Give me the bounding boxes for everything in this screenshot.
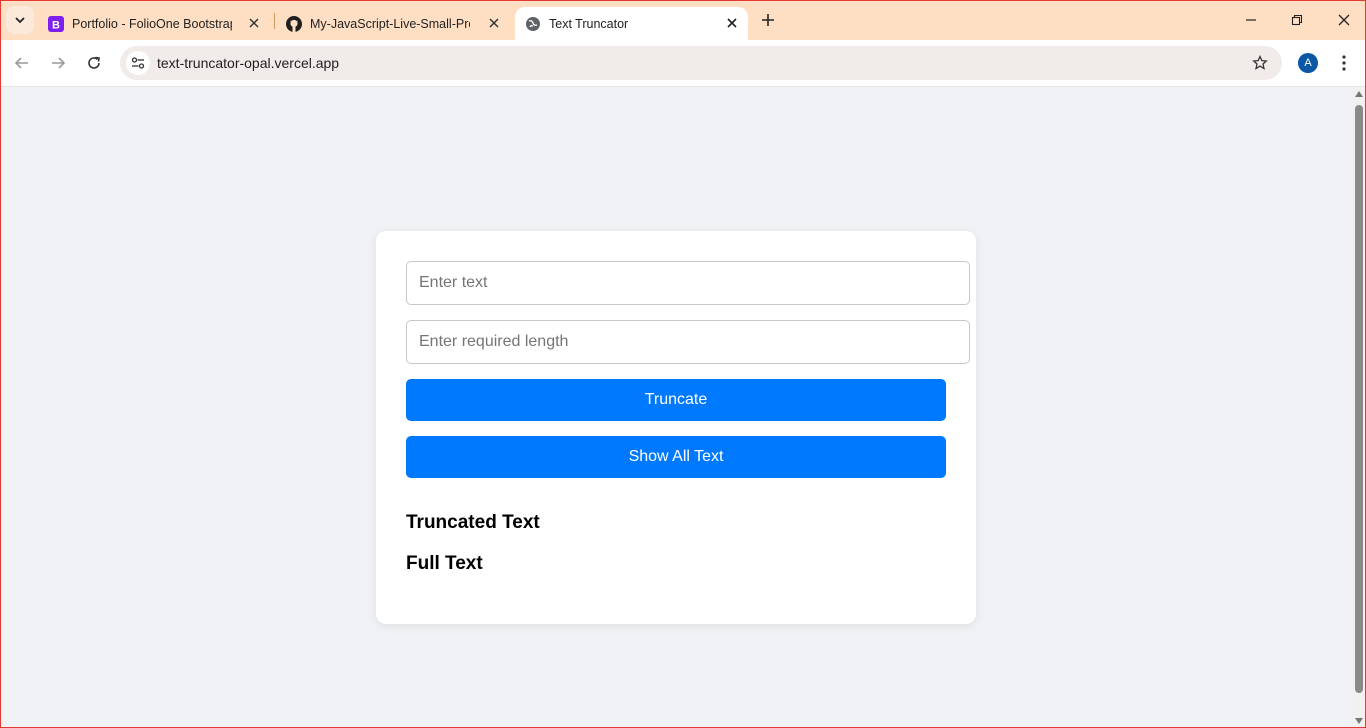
close-icon	[1338, 14, 1350, 26]
browser-menu-button[interactable]	[1334, 51, 1354, 75]
show-all-text-button[interactable]: Show All Text	[406, 436, 946, 478]
plus-icon	[762, 14, 774, 26]
url-text: text-truncator-opal.vercel.app	[157, 55, 340, 71]
chevron-down-icon	[15, 17, 25, 24]
bootstrap-icon: B	[48, 15, 64, 32]
truncated-text-heading: Truncated Text	[406, 512, 540, 533]
page-viewport: Truncate Show All Text Truncated Text Fu…	[0, 87, 1352, 728]
scrollbar-thumb[interactable]	[1355, 105, 1363, 693]
arrow-right-icon	[52, 57, 66, 69]
minimize-icon	[1246, 19, 1256, 21]
truncate-button[interactable]: Truncate	[406, 379, 946, 421]
tab-title: Portfolio - FolioOne Bootstrap T	[72, 16, 232, 31]
reload-button[interactable]	[80, 49, 108, 77]
tab-portfolio[interactable]: B Portfolio - FolioOne Bootstrap T	[38, 7, 270, 40]
close-icon[interactable]	[724, 15, 740, 31]
truncator-card: Truncate Show All Text Truncated Text Fu…	[376, 231, 976, 624]
full-text-heading: Full Text	[406, 553, 483, 574]
text-input[interactable]	[406, 261, 970, 305]
site-settings-icon[interactable]	[126, 51, 150, 75]
browser-toolbar: text-truncator-opal.vercel.app A	[0, 40, 1366, 87]
bookmark-star-icon[interactable]	[1250, 53, 1270, 73]
tab-title: Text Truncator	[549, 16, 629, 31]
tab-github[interactable]: My-JavaScript-Live-Small-Proje	[276, 7, 510, 40]
restore-icon	[1291, 14, 1303, 26]
kebab-menu-icon	[1342, 55, 1346, 71]
profile-avatar[interactable]: A	[1298, 53, 1318, 73]
scroll-up-arrow-icon[interactable]	[1355, 91, 1363, 97]
length-input[interactable]	[406, 320, 970, 364]
page-scrollbar[interactable]	[1352, 87, 1366, 728]
tab-title: My-JavaScript-Live-Small-Proje	[310, 16, 470, 31]
tab-strip: B Portfolio - FolioOne Bootstrap T My-Ja…	[0, 0, 1366, 40]
github-icon	[286, 15, 302, 32]
tab-text-truncator[interactable]: Text Truncator	[515, 7, 748, 40]
svg-text:B: B	[52, 19, 60, 31]
globe-icon	[525, 16, 541, 32]
close-icon[interactable]	[246, 15, 262, 31]
scroll-down-arrow-icon[interactable]	[1355, 718, 1363, 724]
new-tab-button[interactable]	[756, 8, 780, 32]
restore-button[interactable]	[1282, 6, 1312, 34]
address-bar[interactable]: text-truncator-opal.vercel.app	[120, 46, 1282, 80]
minimize-button[interactable]	[1236, 6, 1266, 34]
reload-icon	[88, 56, 100, 69]
tab-separator	[274, 13, 275, 29]
close-window-button[interactable]	[1329, 6, 1359, 34]
forward-button[interactable]	[44, 49, 72, 77]
arrow-left-icon	[14, 57, 28, 69]
back-button[interactable]	[8, 49, 36, 77]
close-icon[interactable]	[486, 15, 502, 31]
tab-search-button[interactable]	[6, 6, 34, 34]
